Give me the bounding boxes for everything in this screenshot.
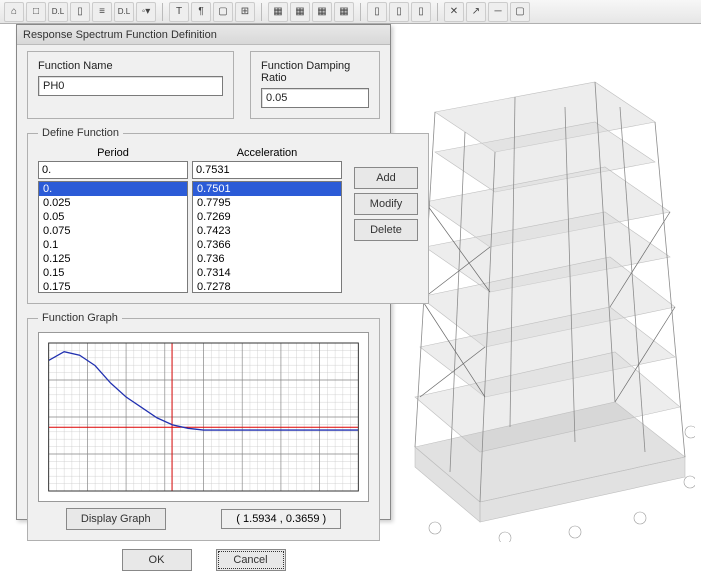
period-input[interactable]: [38, 161, 188, 179]
main-toolbar: ⌂ □ D.L ▯ ≡ D.L ◦▾ T ¶ ▢ ⊞ ▦ ▦ ▦ ▦ ▯ ▯ ▯…: [0, 0, 701, 24]
accel-header: Acceleration: [192, 147, 342, 159]
list-item[interactable]: 0.: [39, 182, 187, 196]
tool-icon[interactable]: ⊞: [235, 2, 255, 22]
damping-input[interactable]: [261, 88, 369, 108]
tool-icon[interactable]: ▦: [268, 2, 288, 22]
list-item[interactable]: 0.7795: [193, 196, 341, 210]
cancel-button[interactable]: Cancel: [216, 549, 286, 571]
tool-icon[interactable]: ▦: [334, 2, 354, 22]
response-spectrum-dialog: Response Spectrum Function Definition Fu…: [16, 24, 391, 520]
tool-icon[interactable]: D.L: [48, 2, 68, 22]
accel-listbox[interactable]: 0.75010.77950.72690.74230.73660.7360.731…: [192, 181, 342, 293]
toolbar-separator: [360, 3, 361, 21]
damping-group: Function Damping Ratio: [250, 51, 380, 119]
list-item[interactable]: 0.05: [39, 210, 187, 224]
list-item[interactable]: 0.075: [39, 224, 187, 238]
function-graph: [38, 332, 369, 502]
dialog-titlebar[interactable]: Response Spectrum Function Definition: [17, 25, 390, 45]
list-item[interactable]: 0.1: [39, 238, 187, 252]
tool-icon[interactable]: T: [169, 2, 189, 22]
tool-icon[interactable]: ▢: [510, 2, 530, 22]
list-item[interactable]: 0.736: [193, 252, 341, 266]
display-graph-button[interactable]: Display Graph: [66, 508, 166, 530]
period-header: Period: [38, 147, 188, 159]
list-item[interactable]: 0.7423: [193, 224, 341, 238]
coord-readout: ( 1.5934 , 0.3659 ): [221, 509, 341, 529]
tool-icon[interactable]: ▢: [213, 2, 233, 22]
toolbar-separator: [261, 3, 262, 21]
tool-icon[interactable]: D.L: [114, 2, 134, 22]
toolbar-separator: [162, 3, 163, 21]
dialog-title: Response Spectrum Function Definition: [23, 29, 217, 41]
tool-icon[interactable]: ✕: [444, 2, 464, 22]
modify-button[interactable]: Modify: [354, 193, 418, 215]
ok-button[interactable]: OK: [122, 549, 192, 571]
tool-icon[interactable]: ▯: [389, 2, 409, 22]
function-name-label: Function Name: [38, 60, 223, 72]
tool-icon[interactable]: ▯: [367, 2, 387, 22]
define-function-legend: Define Function: [38, 127, 123, 139]
damping-label: Function Damping Ratio: [261, 60, 369, 84]
tool-icon[interactable]: ¶: [191, 2, 211, 22]
tool-icon[interactable]: ▦: [290, 2, 310, 22]
add-button[interactable]: Add: [354, 167, 418, 189]
list-item[interactable]: 0.7366: [193, 238, 341, 252]
function-graph-group: Function Graph Display Graph ( 1.5934 , …: [27, 312, 380, 541]
tool-icon[interactable]: ◦▾: [136, 2, 156, 22]
tool-icon[interactable]: ─: [488, 2, 508, 22]
list-item[interactable]: 0.125: [39, 252, 187, 266]
tool-icon[interactable]: □: [26, 2, 46, 22]
list-item[interactable]: 0.7269: [193, 210, 341, 224]
tool-icon[interactable]: ▯: [411, 2, 431, 22]
tool-icon[interactable]: ▦: [312, 2, 332, 22]
tool-icon[interactable]: ⌂: [4, 2, 24, 22]
tool-icon[interactable]: ≡: [92, 2, 112, 22]
function-name-input[interactable]: [38, 76, 223, 96]
tool-icon[interactable]: ↗: [466, 2, 486, 22]
toolbar-separator: [437, 3, 438, 21]
function-graph-legend: Function Graph: [38, 312, 122, 324]
list-item[interactable]: 0.025: [39, 196, 187, 210]
list-item[interactable]: 0.7314: [193, 266, 341, 280]
accel-input[interactable]: [192, 161, 342, 179]
list-item[interactable]: 0.7501: [193, 182, 341, 196]
function-name-group: Function Name: [27, 51, 234, 119]
tool-icon[interactable]: ▯: [70, 2, 90, 22]
delete-button[interactable]: Delete: [354, 219, 418, 241]
period-listbox[interactable]: 0.0.0250.050.0750.10.1250.150.1750.2: [38, 181, 188, 293]
list-item[interactable]: 0.7278: [193, 280, 341, 293]
define-function-group: Define Function Period Acceleration 0.0.…: [27, 127, 429, 304]
list-item[interactable]: 0.15: [39, 266, 187, 280]
list-item[interactable]: 0.175: [39, 280, 187, 293]
building-model: [395, 52, 695, 542]
